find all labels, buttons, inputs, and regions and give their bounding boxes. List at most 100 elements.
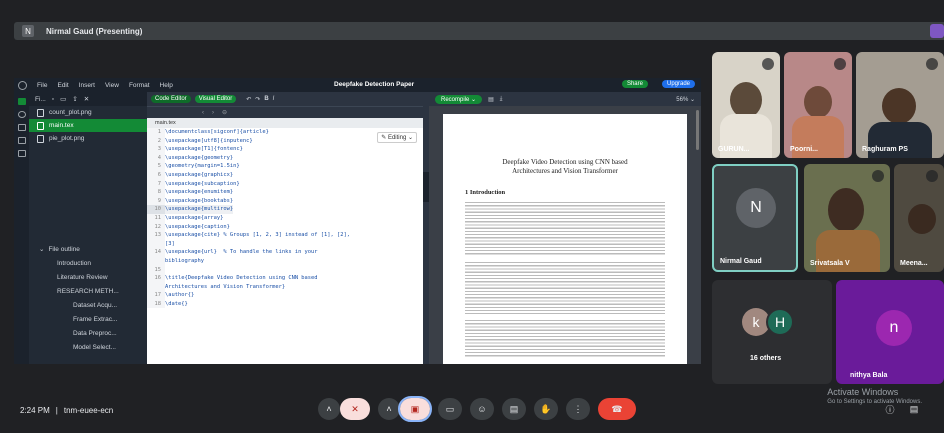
outline-item[interactable]: Frame Extrac...: [29, 312, 147, 326]
participant-tile[interactable]: Srivatsala V: [804, 164, 890, 272]
search-icon[interactable]: [17, 111, 26, 118]
menu-help[interactable]: Help: [160, 82, 173, 89]
outline-item[interactable]: Introduction: [29, 256, 147, 270]
menu-insert[interactable]: Insert: [79, 82, 95, 89]
code-line[interactable]: 17 \author{}: [147, 291, 423, 300]
open-file-tab[interactable]: main.tex: [147, 118, 423, 128]
pdf-title: Deepfake Video Detection using CNN based…: [502, 158, 628, 175]
code-line[interactable]: 6 \usepackage{graphicx}: [147, 170, 423, 180]
code-line[interactable]: 16 \title{Deepfake Video Detection using …: [147, 274, 423, 283]
pdf-page[interactable]: Deepfake Video Detection using CNN based…: [443, 114, 687, 364]
participant-video: [882, 88, 916, 124]
participant-tile[interactable]: Poorni...: [784, 52, 852, 158]
code-line[interactable]: 7 \usepackage{subcaption}: [147, 179, 423, 189]
code-line[interactable]: 14 \usepackage{url} % To handle the links…: [147, 248, 423, 257]
menu-view[interactable]: View: [105, 82, 119, 89]
review-icon[interactable]: [17, 137, 26, 144]
code-line[interactable]: 3 \usepackage[T1]{fontenc}: [147, 145, 423, 154]
code-line[interactable]: 18 \date{}: [147, 299, 423, 309]
pdf-paragraph: [465, 200, 665, 256]
line-text: \usepackage{subcaption}: [165, 180, 240, 187]
project-title[interactable]: Deepfake Detection Paper: [334, 81, 414, 88]
line-text: \usepackage[T1]{fontenc}: [165, 146, 243, 153]
line-number: 7: [147, 179, 165, 189]
outline-item[interactable]: Dataset Acqu...: [29, 298, 147, 312]
italic-icon[interactable]: I: [273, 96, 275, 102]
file-tree-header: Fi...: [35, 95, 46, 103]
code-line[interactable]: Architectures and Vision Transformer}: [147, 282, 423, 292]
code-editor-toggle[interactable]: Code Editor: [151, 95, 191, 103]
camera-off-icon[interactable]: ▣: [398, 396, 432, 422]
file-item[interactable]: main.tex: [29, 119, 147, 132]
file-item[interactable]: pie_plot.png: [29, 132, 147, 145]
bold-icon[interactable]: B: [264, 96, 268, 102]
logs-icon[interactable]: ▤: [488, 96, 494, 103]
chevron-right-icon[interactable]: ›: [212, 110, 214, 116]
pdf-scrollbar[interactable]: [696, 110, 699, 150]
integrations-icon[interactable]: [17, 124, 26, 131]
file-tree-icon[interactable]: [17, 98, 26, 105]
overleaf-logo-icon: [18, 80, 27, 90]
code-line[interactable]: 12 \usepackage{caption}: [147, 222, 423, 232]
code-line[interactable]: 13 \usepackage{cite} % Groups [1, 2, 3] i…: [147, 231, 423, 240]
menu-format[interactable]: Format: [129, 82, 150, 89]
menu-file[interactable]: File: [37, 82, 47, 89]
participant-tile[interactable]: Raghuram PS: [856, 52, 944, 158]
visual-editor-toggle[interactable]: Visual Editor: [194, 95, 237, 103]
code-line[interactable]: [3]: [147, 239, 423, 249]
download-icon[interactable]: ⤓: [500, 96, 503, 103]
captions-icon[interactable]: ▤: [502, 398, 526, 420]
pdf-preview: Recompile ⌄ ▤ ⤓ 56% ⌄ Deepfake Video Det…: [429, 92, 701, 364]
code-line[interactable]: 11 \usepackage{array}: [147, 213, 423, 223]
participant-tile[interactable]: Meena...: [894, 164, 944, 272]
outline-item[interactable]: Model Select...: [29, 340, 147, 354]
share-button[interactable]: Share: [621, 80, 648, 88]
participant-tile[interactable]: GURUN...: [712, 52, 780, 158]
new-file-icon[interactable]: ▫: [52, 96, 54, 103]
leave-call-button[interactable]: ☎: [598, 398, 636, 420]
meeting-controls-bar: 2:24 PM | tnm-euee-ecn ˄ ✕ ˄ ▣ ▭ ☺ ▤ ✋ ⋮ ☎…: [0, 392, 944, 433]
participant-name: Meena...: [900, 260, 928, 267]
zoom-dropdown[interactable]: 56% ⌄: [676, 96, 695, 103]
link-icon[interactable]: ⊖: [222, 109, 227, 116]
code-line[interactable]: 5 \geometry{margin=1.5in}: [147, 162, 423, 171]
code-line[interactable]: 10 \usepackage{multirow}: [147, 205, 423, 214]
upload-icon[interactable]: ⇪: [72, 95, 77, 103]
line-number: [147, 256, 165, 266]
code-editor[interactable]: Code Editor Visual Editor ↶ ↷ B I ‹ › ⊖ …: [147, 92, 423, 364]
outline-item[interactable]: RESEARCH METH...: [29, 284, 147, 298]
close-icon[interactable]: ✕: [84, 95, 89, 103]
code-line[interactable]: 8 \usepackage{enumitem}: [147, 188, 423, 197]
present-icon[interactable]: ▭: [438, 398, 462, 420]
camera-options-button[interactable]: ˄: [378, 398, 400, 420]
new-folder-icon[interactable]: ▭: [60, 95, 66, 103]
menu-edit[interactable]: Edit: [57, 82, 68, 89]
history-icon[interactable]: [17, 150, 26, 157]
file-item[interactable]: count_plot.png: [29, 106, 147, 119]
apps-icon[interactable]: [930, 24, 944, 38]
code-line[interactable]: bibliography: [147, 256, 423, 266]
code-line[interactable]: 15: [147, 265, 423, 275]
undo-icon[interactable]: ↶: [246, 96, 251, 103]
mic-options-button[interactable]: ˄: [318, 398, 340, 420]
emoji-icon[interactable]: ☺: [470, 398, 494, 420]
more-options-icon[interactable]: ⋮: [566, 398, 590, 420]
editing-mode-dropdown[interactable]: ✎ Editing ⌄: [377, 132, 417, 143]
outline-item[interactable]: Literature Review: [29, 270, 147, 284]
presenter-bar: N Nirmal Gaud (Presenting): [14, 22, 944, 40]
raise-hand-icon[interactable]: ✋: [534, 398, 558, 420]
chevron-left-icon[interactable]: ‹: [202, 110, 204, 116]
participant-tile[interactable]: n nithya Bala: [836, 280, 944, 384]
outline-item[interactable]: Data Preproc...: [29, 326, 147, 340]
mic-off-icon[interactable]: ✕: [340, 398, 370, 420]
line-text: bibliography: [165, 257, 204, 264]
code-line[interactable]: 9 \usepackage{booktabs}: [147, 196, 423, 206]
others-tile[interactable]: k H 16 others: [712, 280, 832, 384]
code-line[interactable]: 4 \usepackage{geometry}: [147, 153, 423, 163]
recompile-button[interactable]: Recompile ⌄: [435, 94, 483, 104]
code-lines[interactable]: 1 \documentclass[sigconf]{article} 2 \usepa…: [147, 128, 423, 309]
participant-tile-active[interactable]: N Nirmal Gaud: [712, 164, 798, 272]
upgrade-button[interactable]: Upgrade: [661, 80, 695, 88]
outline-header[interactable]: ⌄ File outline: [29, 242, 147, 256]
redo-icon[interactable]: ↷: [255, 96, 260, 103]
